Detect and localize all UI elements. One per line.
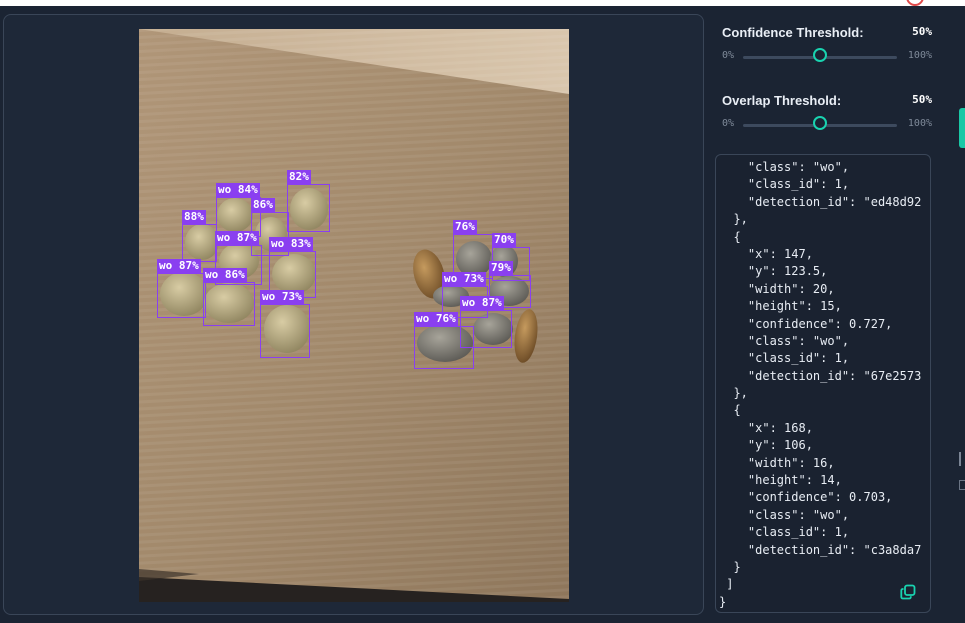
detection-label: wo 87% [157, 259, 201, 273]
divider [959, 452, 961, 466]
overlap-threshold-value: 50% [912, 93, 932, 106]
slider-thumb[interactable] [813, 116, 827, 130]
json-output-text: "class": "wo", "class_id": 1, "detection… [716, 159, 930, 611]
confidence-threshold-value: 50% [912, 25, 932, 38]
json-line: "class": "wo", [719, 507, 850, 522]
json-line: "y": 123.5, [719, 264, 828, 279]
detection-box[interactable] [260, 304, 310, 358]
json-line: "confidence": 0.703, [719, 490, 893, 505]
json-line: "height": 15, [719, 299, 842, 314]
detection-box[interactable] [287, 184, 330, 232]
detection-label: wo 73% [260, 290, 304, 304]
json-line: "class": "wo", [719, 333, 850, 348]
json-line: "detection_id": "ed48d92 [719, 194, 922, 209]
detection-label: 79% [489, 261, 513, 275]
json-line: { [719, 229, 741, 244]
json-line: "class_id": 1, [719, 525, 850, 540]
json-line: "x": 168, [719, 420, 813, 435]
detection-box[interactable] [203, 282, 255, 326]
confidence-threshold-title: Confidence Threshold: [722, 25, 864, 40]
slider-thumb[interactable] [813, 48, 827, 62]
image-preview-panel: 82% wo 84% 86% 88% wo 87% wo 83% wo 87% … [3, 14, 704, 615]
slider-min-label: 0% [722, 118, 735, 129]
json-line: } [719, 559, 741, 574]
json-line: "width": 16, [719, 455, 835, 470]
json-line: "class_id": 1, [719, 351, 850, 366]
detection-label: wo 87% [460, 296, 504, 310]
json-line: "height": 14, [719, 473, 842, 488]
overlap-threshold-slider: Overlap Threshold: 50% 0% 100% [722, 93, 932, 138]
json-line: }, [719, 212, 748, 227]
detection-label: wo 83% [269, 237, 313, 251]
copy-icon[interactable] [900, 584, 916, 600]
json-line: "confidence": 0.727, [719, 316, 893, 331]
json-line: "class_id": 1, [719, 177, 850, 192]
panel-toggle-tab[interactable] [959, 108, 965, 148]
detection-label: wo 87% [215, 231, 259, 245]
confidence-threshold-slider: Confidence Threshold: 50% 0% 100% [722, 25, 932, 70]
slider-max-label: 100% [907, 50, 932, 61]
json-line: ] [719, 577, 734, 592]
detection-label: wo 84% [216, 183, 260, 197]
detection-label: wo 73% [442, 272, 486, 286]
inference-image: 82% wo 84% 86% 88% wo 87% wo 83% wo 87% … [139, 29, 569, 602]
json-line: }, [719, 386, 748, 401]
detection-label: 86% [251, 198, 275, 212]
detection-label: wo 86% [203, 268, 247, 282]
detection-label: 70% [492, 233, 516, 247]
slider-max-label: 100% [907, 118, 932, 129]
slider-min-label: 0% [722, 50, 735, 61]
detection-label: 76% [453, 220, 477, 234]
detection-box[interactable] [182, 224, 217, 262]
json-line: "x": 147, [719, 246, 813, 261]
json-line: "class": "wo", [719, 160, 850, 174]
detection-label: 88% [182, 210, 206, 224]
divider [959, 480, 965, 490]
settings-sidebar: Confidence Threshold: 50% 0% 100% Overla… [710, 0, 965, 623]
detection-label: 82% [287, 170, 311, 184]
json-line: "width": 20, [719, 281, 835, 296]
overlap-threshold-title: Overlap Threshold: [722, 93, 842, 108]
json-line: "y": 106, [719, 438, 813, 453]
json-output-panel[interactable]: "class": "wo", "class_id": 1, "detection… [715, 154, 931, 613]
detection-box[interactable] [414, 326, 474, 369]
detection-box[interactable] [157, 273, 206, 318]
json-line: } [719, 594, 727, 609]
json-line: "detection_id": "67e2573 [719, 368, 922, 383]
json-line: { [719, 403, 741, 418]
detection-label: wo 76% [414, 312, 458, 326]
json-line: "detection_id": "c3a8da7 [719, 542, 922, 557]
